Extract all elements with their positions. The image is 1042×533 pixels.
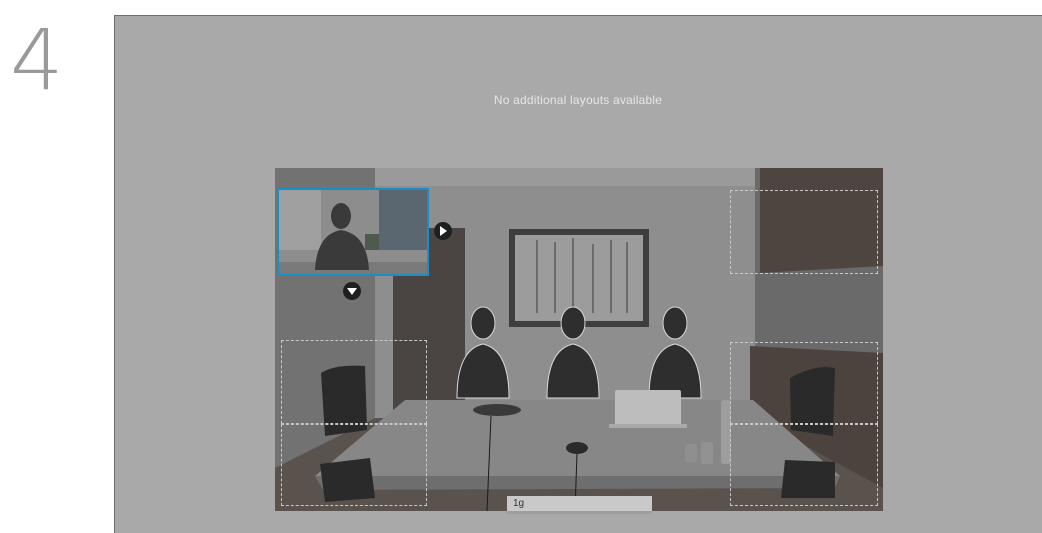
layout-notice: No additional layouts available — [493, 93, 663, 107]
selfview-pip[interactable] — [277, 188, 429, 276]
layout-slot-bottom-right — [730, 424, 878, 506]
arrow-down-icon — [347, 288, 357, 295]
screen-left-border — [114, 15, 115, 533]
layout-slot-top-right — [730, 190, 878, 274]
move-selfview-right-button[interactable] — [434, 222, 452, 240]
step-number: 4 — [10, 11, 64, 109]
input-underline — [507, 511, 652, 514]
play-right-icon — [440, 226, 447, 236]
layout-slot-mid-left — [281, 340, 427, 424]
layout-slot-mid-right — [730, 342, 878, 424]
layout-slot-bottom-left — [281, 424, 427, 506]
selfview-image — [279, 190, 427, 274]
video-screen: No additional layouts available 1g — [114, 15, 1042, 533]
move-selfview-down-button[interactable] — [343, 282, 361, 300]
screen-top-border — [114, 15, 1042, 16]
